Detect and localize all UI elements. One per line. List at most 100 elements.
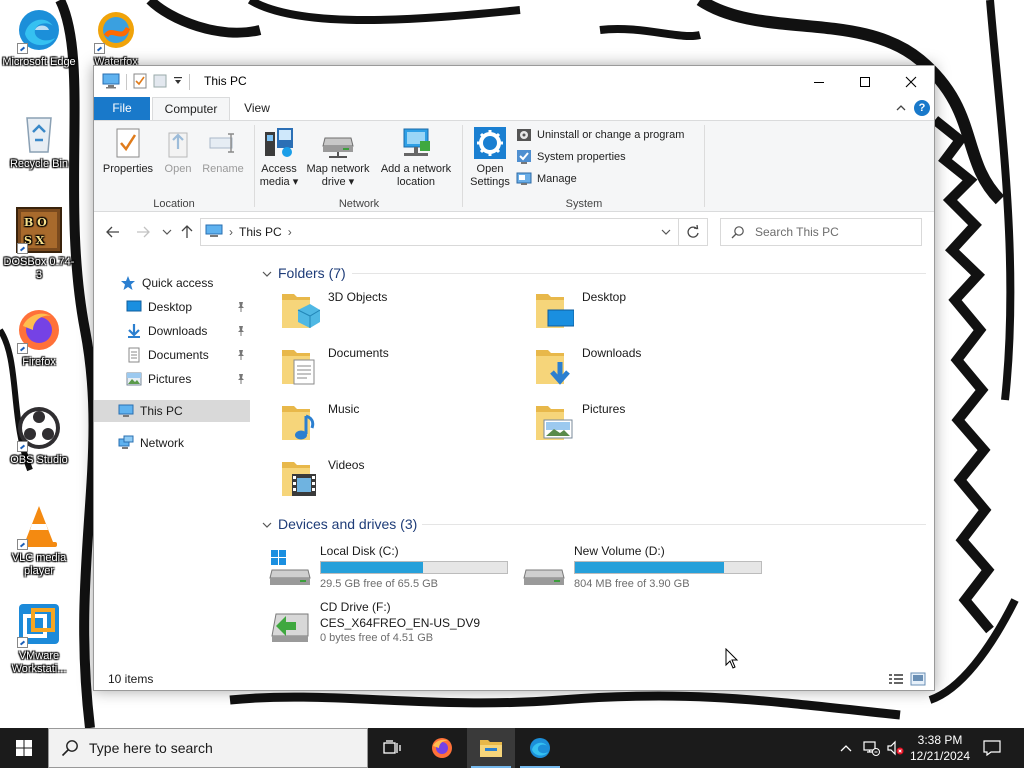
tab-computer[interactable]: Computer bbox=[152, 97, 230, 121]
nav-item-desktop[interactable]: Desktop bbox=[94, 296, 250, 318]
3d-objects-folder-icon bbox=[282, 294, 320, 328]
open-icon bbox=[161, 125, 195, 161]
nav-label: This PC bbox=[140, 404, 183, 418]
uninstall-program-button[interactable]: Uninstall or change a program bbox=[516, 125, 684, 145]
tiles-view-icon[interactable] bbox=[910, 672, 926, 689]
desktop-icon-edge[interactable]: Microsoft Edge bbox=[1, 6, 77, 69]
search-box[interactable]: Search This PC bbox=[720, 218, 922, 246]
folder-3d-objects[interactable]: 3D Objects bbox=[262, 288, 512, 338]
show-hidden-icons-button[interactable] bbox=[836, 728, 856, 768]
volume-tray-button[interactable] bbox=[884, 728, 906, 768]
recycle-bin-icon bbox=[15, 108, 63, 156]
nav-item-pictures[interactable]: Pictures bbox=[94, 368, 250, 390]
forward-button[interactable] bbox=[132, 221, 154, 243]
customize-qat-icon[interactable] bbox=[173, 75, 183, 89]
add-network-location-button[interactable]: Add a network location bbox=[376, 125, 456, 189]
taskbar-clock[interactable]: 3:38 PM 12/21/2024 bbox=[904, 732, 976, 764]
rename-button[interactable]: Rename bbox=[198, 125, 248, 176]
uninstall-icon bbox=[517, 129, 531, 141]
properties-button[interactable]: Properties bbox=[100, 125, 156, 176]
manage-button[interactable]: Manage bbox=[516, 169, 577, 189]
desktop-icon-recycle-bin[interactable]: Recycle Bin bbox=[1, 108, 77, 171]
nav-item-quick-access[interactable]: Quick access bbox=[94, 272, 250, 294]
drive-c[interactable]: Local Disk (C:) 29.5 GB free of 65.5 GB bbox=[254, 542, 508, 594]
breadcrumb-separator-icon[interactable]: › bbox=[288, 225, 292, 239]
download-arrow-icon bbox=[126, 323, 142, 339]
start-button[interactable] bbox=[0, 728, 48, 768]
pin-icon[interactable] bbox=[236, 325, 246, 340]
desktop-icon-firefox[interactable]: Firefox bbox=[1, 306, 77, 369]
desktop-icon-label: OBS Studio bbox=[10, 454, 68, 466]
folders-section-header[interactable]: Folders (7) bbox=[262, 263, 346, 283]
drive-d[interactable]: New Volume (D:) 804 MB free of 3.90 GB bbox=[508, 542, 762, 594]
collapse-ribbon-icon[interactable] bbox=[896, 101, 906, 115]
maximize-button[interactable] bbox=[842, 66, 888, 97]
devices-section-header[interactable]: Devices and drives (3) bbox=[262, 514, 417, 534]
nav-item-documents[interactable]: Documents bbox=[94, 344, 250, 366]
desktop-icon-dosbox[interactable]: B O S X DOSBox 0.74-3 bbox=[1, 206, 77, 282]
taskbar-file-explorer[interactable] bbox=[467, 728, 515, 768]
pin-icon[interactable] bbox=[236, 373, 246, 388]
manage-icon bbox=[516, 172, 532, 185]
desktop-icon-label: DOSBox 0.74-3 bbox=[3, 256, 75, 281]
uninstall-label: Uninstall or change a program bbox=[537, 129, 685, 141]
chevron-down-icon bbox=[661, 229, 671, 235]
desktop-icon-vmware[interactable]: VMware Workstati... bbox=[1, 600, 77, 676]
tab-view[interactable]: View bbox=[232, 97, 282, 120]
access-media-button[interactable]: Access media ▾ bbox=[258, 125, 300, 189]
content-pane: Folders (7) 3D Objects Desktop Documents… bbox=[258, 252, 934, 662]
taskbar-firefox[interactable] bbox=[418, 728, 466, 768]
map-network-drive-button[interactable]: Map network drive ▾ bbox=[302, 125, 374, 189]
address-bar[interactable]: › This PC › bbox=[200, 218, 708, 246]
pin-icon[interactable] bbox=[236, 301, 246, 316]
breadcrumb-this-pc[interactable]: This PC bbox=[239, 225, 282, 239]
taskbar-search-box[interactable]: Type here to search bbox=[48, 728, 368, 768]
details-view-icon[interactable] bbox=[888, 672, 904, 689]
task-view-button[interactable] bbox=[368, 728, 416, 768]
section-divider bbox=[422, 524, 926, 525]
system-properties-button[interactable]: System properties bbox=[516, 147, 626, 167]
taskbar-search-placeholder: Type here to search bbox=[89, 740, 213, 756]
open-settings-button[interactable]: Open Settings bbox=[466, 125, 514, 189]
desktop-icon-waterfox[interactable]: Waterfox bbox=[78, 6, 154, 69]
pictures-folder-icon bbox=[536, 406, 573, 440]
ribbon-help-area: ? bbox=[896, 100, 930, 116]
back-button[interactable] bbox=[102, 221, 124, 243]
pin-icon[interactable] bbox=[236, 349, 246, 364]
new-folder-qat-icon[interactable] bbox=[153, 73, 167, 92]
taskbar-edge[interactable] bbox=[516, 728, 564, 768]
folder-music[interactable]: Music bbox=[262, 400, 512, 450]
nav-label: Pictures bbox=[148, 372, 192, 386]
folder-downloads[interactable]: Downloads bbox=[516, 344, 766, 394]
open-button[interactable]: Open bbox=[158, 125, 198, 176]
tab-file[interactable]: File bbox=[94, 97, 150, 120]
nav-item-downloads[interactable]: Downloads bbox=[94, 320, 250, 342]
folder-desktop[interactable]: Desktop bbox=[516, 288, 766, 338]
properties-label: Properties bbox=[102, 163, 154, 175]
refresh-button[interactable] bbox=[678, 218, 708, 246]
desktop-folder-icon bbox=[126, 299, 142, 315]
help-icon[interactable]: ? bbox=[914, 100, 930, 116]
notifications-button[interactable] bbox=[978, 728, 1006, 768]
settings-gear-icon bbox=[473, 125, 507, 161]
folder-pictures[interactable]: Pictures bbox=[516, 400, 766, 450]
properties-qat-icon[interactable] bbox=[133, 73, 147, 92]
folder-name: 3D Objects bbox=[328, 290, 388, 304]
desktop-icon-obs[interactable]: OBS Studio bbox=[1, 404, 77, 467]
search-icon bbox=[731, 226, 744, 239]
drive-f[interactable]: CD Drive (F:) CES_X64FREO_EN-US_DV9 0 by… bbox=[254, 598, 508, 650]
minimize-button[interactable] bbox=[796, 66, 842, 97]
recent-locations-button[interactable] bbox=[156, 221, 178, 243]
up-button[interactable] bbox=[176, 221, 198, 243]
folder-videos[interactable]: Videos bbox=[262, 456, 512, 506]
nav-item-this-pc[interactable]: This PC bbox=[94, 400, 250, 422]
ribbon-group-label: Network bbox=[338, 198, 380, 210]
network-tray-button[interactable] bbox=[860, 728, 882, 768]
hard-drive-icon bbox=[523, 569, 565, 585]
nav-item-network[interactable]: Network bbox=[94, 432, 250, 454]
folder-documents[interactable]: Documents bbox=[262, 344, 512, 394]
add-network-location-icon bbox=[399, 125, 433, 161]
desktop-icon-vlc[interactable]: VLC media player bbox=[1, 502, 77, 578]
close-button[interactable] bbox=[888, 66, 934, 97]
address-dropdown-button[interactable] bbox=[655, 219, 677, 245]
